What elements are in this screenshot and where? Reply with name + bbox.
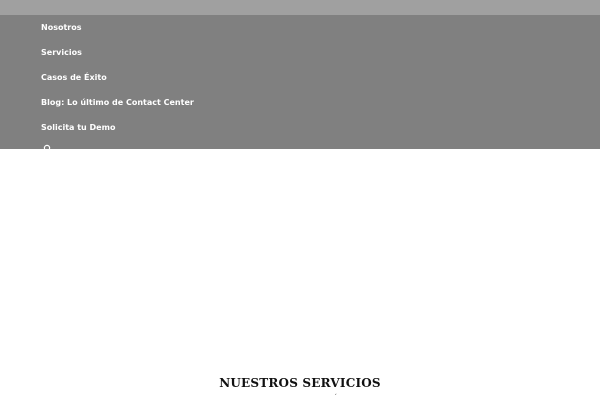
section-title: NUESTROS SERVICIOS bbox=[219, 376, 381, 390]
nav-item-casos-de-exito[interactable]: Casos de Éxito bbox=[41, 73, 107, 83]
nav-item-blog[interactable]: Blog: Lo último de Contact Center bbox=[41, 98, 194, 108]
mobile-nav-menu: Nosotros Servicios Casos de Éxito Blog: … bbox=[0, 15, 600, 149]
accent-mark: ´ bbox=[334, 394, 337, 401]
nav-item-solicita-demo[interactable]: Solicita tu Demo bbox=[41, 123, 115, 133]
nav-item-nosotros[interactable]: Nosotros bbox=[41, 23, 81, 33]
nav-item-servicios[interactable]: Servicios bbox=[41, 48, 82, 58]
search-icon[interactable] bbox=[41, 139, 51, 154]
header-bar bbox=[0, 0, 600, 15]
